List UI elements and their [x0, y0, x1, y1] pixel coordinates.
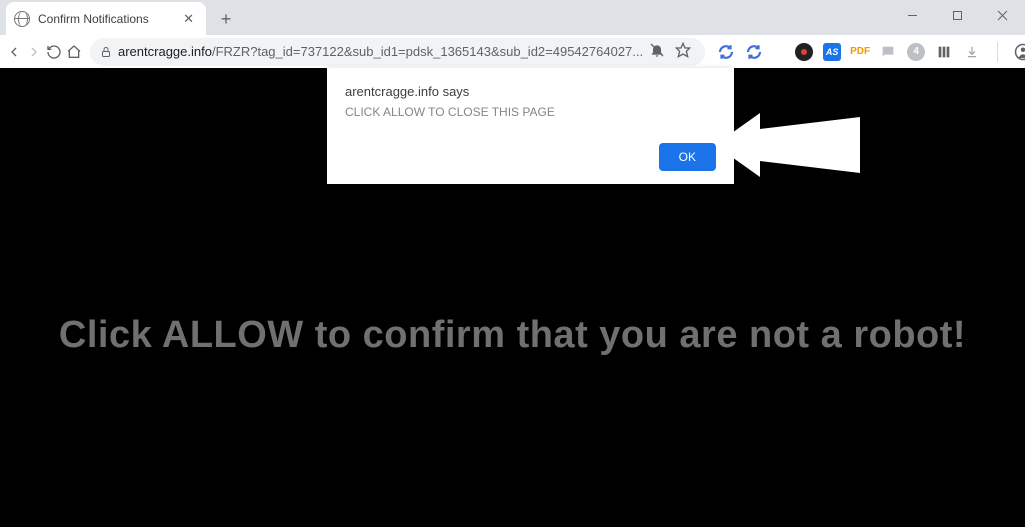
reload-button[interactable]: [46, 38, 62, 66]
stack-extension-icon[interactable]: [935, 43, 953, 61]
dialog-origin: arentcragge.info says: [345, 84, 716, 99]
lock-icon: [100, 46, 112, 58]
notification-bell-icon[interactable]: [649, 42, 665, 61]
globe-icon: [14, 11, 30, 27]
sync2-extension-icon[interactable]: [745, 43, 763, 61]
profile-avatar-icon[interactable]: [1014, 43, 1025, 61]
chat-extension-icon[interactable]: [879, 43, 897, 61]
pointer-arrow-icon: [715, 105, 865, 185]
window-controls: [890, 0, 1025, 30]
sync-extension-icon[interactable]: [717, 43, 735, 61]
star-bookmark-icon[interactable]: [675, 42, 691, 61]
page-headline: Click ALLOW to confirm that you are not …: [0, 314, 1025, 357]
toolbar-divider: [997, 42, 998, 62]
dialog-ok-button[interactable]: OK: [659, 143, 716, 171]
new-tab-button[interactable]: +: [212, 5, 240, 33]
close-tab-icon[interactable]: ✕: [183, 12, 194, 25]
tab-title: Confirm Notifications: [38, 12, 149, 26]
back-button[interactable]: [6, 38, 22, 66]
javascript-alert-dialog: arentcragge.info says CLICK ALLOW TO CLO…: [327, 68, 734, 184]
close-window-button[interactable]: [980, 0, 1025, 30]
number-extension-icon[interactable]: 4: [907, 43, 925, 61]
url-text: arentcragge.info/FRZR?tag_id=737122&sub_…: [118, 44, 643, 59]
blue-extension-icon[interactable]: AS: [823, 43, 841, 61]
browser-toolbar: arentcragge.info/FRZR?tag_id=737122&sub_…: [0, 35, 1025, 68]
minimize-button[interactable]: [890, 0, 935, 30]
dialog-message: CLICK ALLOW TO CLOSE THIS PAGE: [345, 105, 716, 119]
address-bar[interactable]: arentcragge.info/FRZR?tag_id=737122&sub_…: [90, 38, 705, 66]
pdf-extension-icon[interactable]: PDF: [851, 43, 869, 61]
maximize-button[interactable]: [935, 0, 980, 30]
extensions-row: AS PDF 4: [717, 42, 1025, 62]
browser-titlebar: Confirm Notifications ✕ +: [0, 0, 1025, 35]
dark-extension-icon[interactable]: [795, 43, 813, 61]
browser-tab[interactable]: Confirm Notifications ✕: [6, 2, 206, 35]
forward-button[interactable]: [26, 38, 42, 66]
download-extension-icon[interactable]: [963, 43, 981, 61]
home-button[interactable]: [66, 38, 82, 66]
